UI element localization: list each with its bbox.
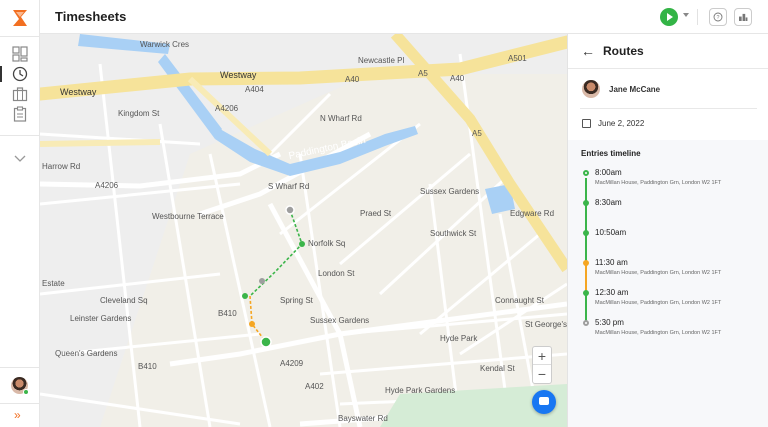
timeline-line bbox=[585, 178, 587, 262]
map-label: London St bbox=[318, 269, 355, 278]
chat-icon[interactable] bbox=[532, 390, 556, 414]
map-label: Sussex Gardens bbox=[420, 187, 480, 196]
entry-time[interactable]: 8:30am bbox=[595, 198, 622, 207]
map-label: Connaught St bbox=[495, 296, 544, 305]
entry-time[interactable]: 11:30 am bbox=[595, 258, 628, 267]
help-icon[interactable]: ? bbox=[709, 8, 727, 26]
zoom-in-button[interactable]: + bbox=[533, 347, 551, 365]
map-label: Leinster Gardens bbox=[70, 314, 132, 323]
map-label: Norfolk Sq bbox=[308, 239, 346, 248]
entry-time[interactable]: 5:30 pm bbox=[595, 318, 624, 327]
panel-divider bbox=[568, 68, 768, 69]
timeline-dot bbox=[583, 290, 589, 296]
expand-sidebar-icon[interactable]: » bbox=[14, 408, 21, 422]
map-label: A40 bbox=[450, 74, 465, 83]
map-label: Cleveland Sq bbox=[100, 296, 148, 305]
entry-address: MacMillan House, Paddington Grn, London … bbox=[595, 270, 722, 276]
left-rail: » bbox=[0, 0, 40, 427]
timeline-dot bbox=[583, 260, 589, 266]
map-label: Newcastle Pl bbox=[358, 56, 405, 65]
map-label: A4209 bbox=[280, 359, 304, 368]
employee-name: Jane McCane bbox=[609, 85, 661, 94]
start-timer-button[interactable] bbox=[660, 8, 678, 26]
map-label: Queen's Gardens bbox=[55, 349, 118, 358]
map-label: N Wharf Rd bbox=[320, 114, 362, 123]
top-bar: Timesheets ? bbox=[40, 0, 768, 34]
brand-logo-icon[interactable] bbox=[10, 8, 30, 28]
online-status-icon bbox=[23, 389, 29, 395]
map-label: Westway bbox=[60, 87, 97, 97]
map-label: Sussex Gardens bbox=[310, 316, 370, 325]
map-label: A4206 bbox=[215, 104, 239, 113]
entry-time[interactable]: 12:30 am bbox=[595, 288, 628, 297]
map-label: Warwick Cres bbox=[140, 40, 190, 49]
map-label: A501 bbox=[508, 54, 527, 63]
zoom-out-button[interactable]: − bbox=[533, 365, 551, 383]
map-label: B410 bbox=[218, 309, 237, 318]
apps-icon[interactable] bbox=[734, 8, 752, 26]
rail-divider bbox=[0, 367, 40, 368]
back-arrow-icon[interactable]: ← bbox=[581, 44, 595, 58]
page-title: Timesheets bbox=[55, 9, 127, 24]
timeline-dot bbox=[583, 320, 589, 326]
map-label: Hyde Park bbox=[440, 334, 478, 343]
map-label: Edgware Rd bbox=[510, 209, 555, 218]
entry-time[interactable]: 10:50am bbox=[595, 228, 626, 237]
panel-title: Routes bbox=[603, 44, 644, 58]
map-label: Westway bbox=[220, 70, 257, 80]
map-label: A5 bbox=[472, 129, 482, 138]
entry-address: MacMillan House, Paddington Grn, London … bbox=[595, 300, 722, 306]
map-label: A402 bbox=[305, 382, 324, 391]
svg-text:?: ? bbox=[717, 15, 720, 21]
map-label: A404 bbox=[245, 85, 264, 94]
map-label: Southwick St bbox=[430, 229, 477, 238]
timeline-line bbox=[585, 262, 587, 292]
header-divider bbox=[697, 9, 698, 25]
caret-down-icon[interactable] bbox=[683, 13, 689, 17]
map-label: Kingdom St bbox=[118, 109, 160, 118]
clock-icon[interactable] bbox=[12, 66, 28, 82]
map-label: Bayswater Rd bbox=[338, 414, 388, 423]
map-label: Westbourne Terrace bbox=[152, 212, 224, 221]
timeline-title: Entries timeline bbox=[581, 149, 641, 158]
entry-time[interactable]: 8:00am bbox=[595, 168, 622, 177]
panel-divider bbox=[580, 108, 757, 109]
timeline-line bbox=[585, 292, 587, 322]
active-indicator bbox=[0, 66, 2, 82]
map-label: Kendal St bbox=[480, 364, 515, 373]
map-label: S Wharf Rd bbox=[268, 182, 310, 191]
rail-divider bbox=[0, 135, 40, 136]
briefcase-icon[interactable] bbox=[12, 86, 28, 102]
zoom-control: + − bbox=[532, 346, 552, 384]
timeline-dot bbox=[583, 200, 589, 206]
map-label: Praed St bbox=[360, 209, 392, 218]
route-date[interactable]: June 2, 2022 bbox=[598, 119, 644, 128]
map-label: A4206 bbox=[95, 181, 119, 190]
map-label: Spring St bbox=[280, 296, 313, 305]
map-label: Estate bbox=[42, 279, 65, 288]
map-label: A5 bbox=[418, 69, 428, 78]
map-label: St George's Fields bbox=[525, 320, 567, 329]
route-map[interactable]: Westway Westway A40 A40 A404 A4206 A4206… bbox=[40, 34, 567, 427]
clipboard-icon[interactable] bbox=[12, 106, 28, 122]
rail-divider bbox=[0, 403, 40, 404]
chevron-down-icon[interactable] bbox=[12, 150, 28, 166]
employee-avatar bbox=[582, 80, 600, 98]
rail-divider bbox=[0, 36, 40, 37]
entry-address: MacMillan House, Paddington Grn, London … bbox=[595, 180, 722, 186]
map-label: Hyde Park Gardens bbox=[385, 386, 456, 395]
dashboard-icon[interactable] bbox=[12, 46, 28, 62]
timeline-dot bbox=[583, 230, 589, 236]
entry-address: MacMillan House, Paddington Grn, London … bbox=[595, 330, 722, 336]
map-label: Harrow Rd bbox=[42, 162, 81, 171]
calendar-icon[interactable] bbox=[582, 119, 591, 128]
routes-panel: ← Routes Jane McCane June 2, 2022 Entrie… bbox=[567, 34, 768, 427]
map-label: A40 bbox=[345, 75, 360, 84]
timeline-dot bbox=[583, 170, 589, 176]
map-label: B410 bbox=[138, 362, 157, 371]
